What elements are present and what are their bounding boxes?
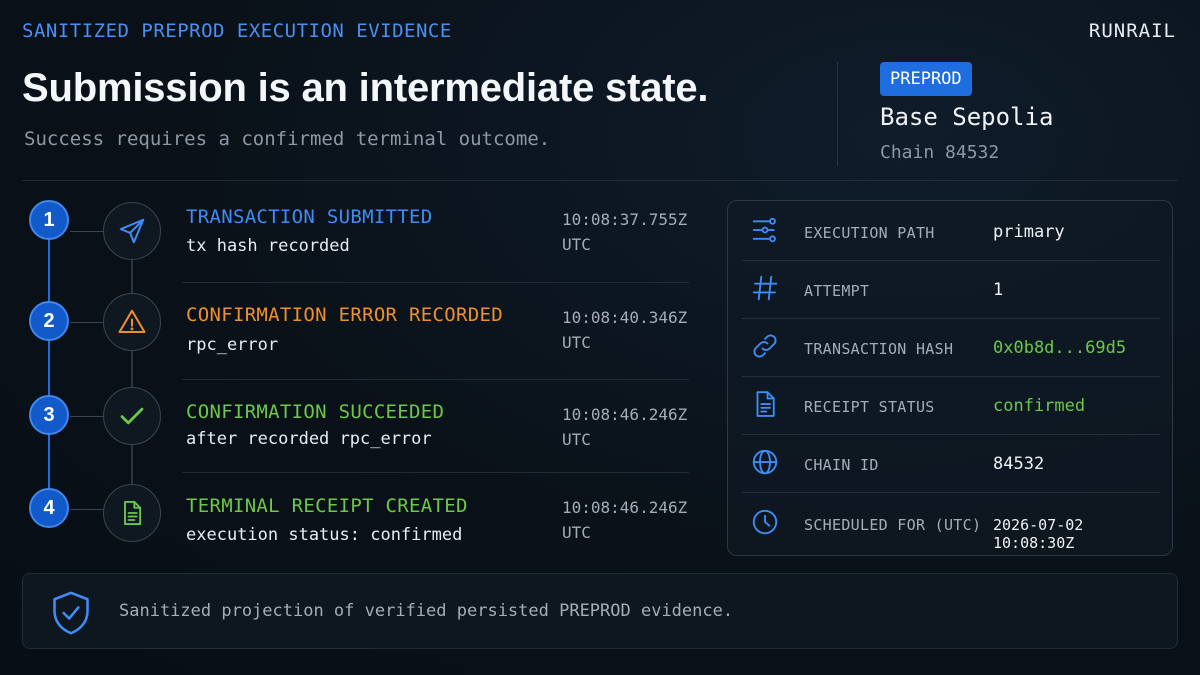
step-time-1: 10:08:37.755Z UTC xyxy=(562,210,688,254)
network-name: Base Sepolia xyxy=(880,103,1054,131)
send-icon xyxy=(103,202,161,260)
timeline-rail xyxy=(48,220,50,508)
clock-icon xyxy=(752,509,778,535)
evidence-card: SANITIZED PREPROD EXECUTION EVIDENCE RUN… xyxy=(0,0,1200,675)
step-connector-2 xyxy=(70,322,104,323)
receipt-icon xyxy=(756,391,775,417)
step-time-2: 10:08:40.346Z UTC xyxy=(562,308,688,352)
warning-icon xyxy=(103,293,161,351)
step-separator-2 xyxy=(182,379,689,380)
step-number-3: 3 xyxy=(29,395,69,435)
step-title-1: TRANSACTION SUBMITTED xyxy=(186,206,433,228)
step-connector-1 xyxy=(70,231,104,232)
detail-row-chain-id: CHAIN ID 84532 xyxy=(742,435,1160,493)
detail-value: 2026-07-02 10:08:30Z xyxy=(993,516,1084,552)
step-detail-4: execution status: confirmed xyxy=(186,525,463,545)
step-detail-1: tx hash recorded xyxy=(186,236,350,256)
step-number-4: 4 xyxy=(29,488,69,528)
detail-row-attempt: ATTEMPT 1 xyxy=(742,261,1160,319)
step-connector-3 xyxy=(70,416,104,417)
step-time-3: 10:08:46.246Z UTC xyxy=(562,405,688,449)
detail-value: 1 xyxy=(993,280,1004,300)
detail-row-execution-path: EXECUTION PATH primary xyxy=(742,203,1160,261)
step-separator-1 xyxy=(182,282,689,283)
step-detail-3: after recorded rpc_error xyxy=(186,429,432,449)
footer-text: Sanitized projection of verified persist… xyxy=(119,601,734,621)
link-icon xyxy=(753,334,777,358)
page-subtitle: Success requires a confirmed terminal ou… xyxy=(24,128,551,150)
detail-key: EXECUTION PATH xyxy=(804,224,935,242)
environment-badge: PREPROD xyxy=(880,62,972,96)
brand-logo: RUNRAIL xyxy=(1088,20,1176,42)
step-number-1: 1 xyxy=(29,200,69,240)
page-title: Submission is an intermediate state. xyxy=(22,66,709,110)
detail-row-receipt-status: RECEIPT STATUS confirmed xyxy=(742,377,1160,435)
detail-value: primary xyxy=(993,222,1065,242)
detail-key: RECEIPT STATUS xyxy=(804,398,935,416)
step-connector-4 xyxy=(70,509,104,510)
detail-key: TRANSACTION HASH xyxy=(804,340,954,358)
step-title-2: CONFIRMATION ERROR RECORDED xyxy=(186,304,503,326)
header-rule xyxy=(22,180,1178,181)
path-icon xyxy=(752,217,776,243)
network-chain: Chain 84532 xyxy=(880,142,1000,163)
shield-check-icon xyxy=(53,591,89,635)
step-number-2: 2 xyxy=(29,301,69,341)
footer-note: Sanitized projection of verified persist… xyxy=(22,573,1178,649)
step-time-4: 10:08:46.246Z UTC xyxy=(562,498,688,542)
hash-icon xyxy=(752,275,778,301)
detail-key: ATTEMPT xyxy=(804,282,870,300)
transaction-hash-value: 0x0b8d...69d5 xyxy=(993,338,1127,358)
header-divider xyxy=(837,62,838,166)
execution-details-panel: EXECUTION PATH primary ATTEMPT 1 TRANSAC… xyxy=(727,200,1173,556)
document-icon xyxy=(103,484,161,542)
detail-value: 84532 xyxy=(993,454,1045,474)
detail-key: SCHEDULED FOR (UTC) xyxy=(804,516,982,534)
detail-key: CHAIN ID xyxy=(804,456,879,474)
eyebrow-label: SANITIZED PREPROD EXECUTION EVIDENCE xyxy=(22,20,452,42)
step-title-3: CONFIRMATION SUCCEEDED xyxy=(186,401,445,423)
check-icon xyxy=(103,387,161,445)
step-title-4: TERMINAL RECEIPT CREATED xyxy=(186,495,468,517)
globe-icon xyxy=(752,449,778,475)
step-detail-2: rpc_error xyxy=(186,335,279,355)
detail-row-scheduled-for: SCHEDULED FOR (UTC) 2026-07-02 10:08:30Z xyxy=(742,495,1160,553)
receipt-status-value: confirmed xyxy=(993,396,1086,416)
detail-row-transaction-hash: TRANSACTION HASH 0x0b8d...69d5 xyxy=(742,319,1160,377)
step-separator-3 xyxy=(182,472,689,473)
detail-separator xyxy=(742,492,1160,493)
